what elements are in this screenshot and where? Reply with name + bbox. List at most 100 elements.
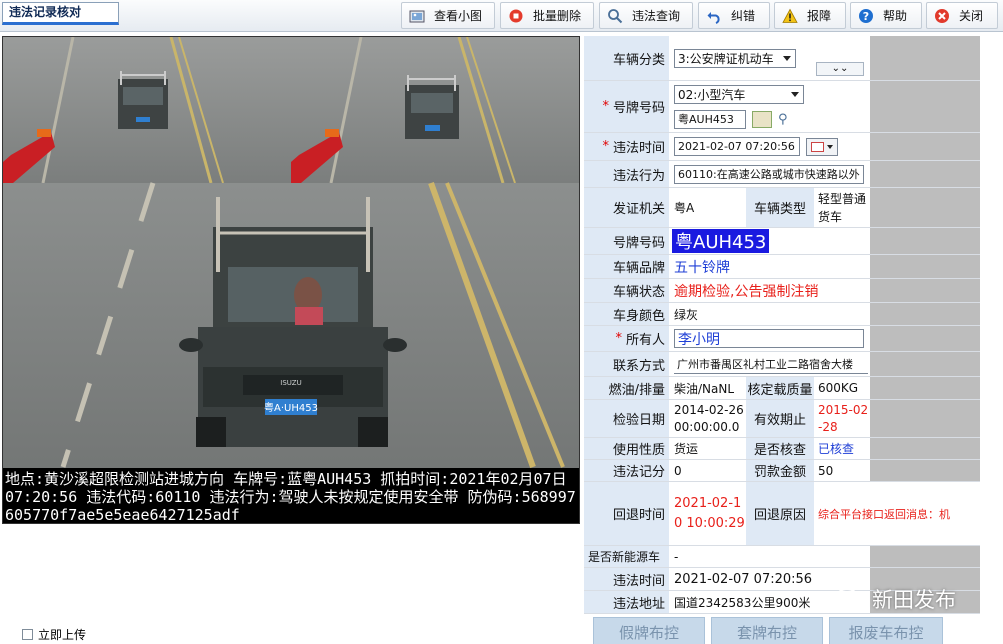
violation-time-label: 违法时间	[612, 141, 665, 156]
violation-query-button[interactable]: 违法查询	[599, 2, 693, 29]
image-icon	[408, 7, 426, 25]
issuing-office-label: 发证机关	[584, 188, 670, 227]
chevron-down-icon	[783, 55, 791, 61]
plate-on-vehicle-text: 粤A·UH453	[264, 401, 318, 414]
new-energy-value: -	[670, 546, 870, 567]
vehicle-type-label: 车辆类型	[746, 188, 814, 227]
calendar-picker-button[interactable]	[806, 137, 838, 156]
close-label: 关闭	[959, 9, 984, 23]
scrapped-vehicle-control-button[interactable]: 报废车布控	[829, 617, 943, 644]
photo-panel: 粤A·UH453 ISUZU 地点:黄沙溪超限检测站进城方向 车牌号:蓝粤AUH…	[0, 32, 584, 644]
wechat-icon	[836, 588, 865, 610]
row-return: 回退时间 2021-02-10 10:00:29 回退原因 综合平台接口返回消息…	[584, 482, 980, 546]
close-button[interactable]: 关闭	[926, 2, 998, 29]
vehicle-type-value: 轻型普通货车	[814, 188, 870, 227]
fine-label: 罚款金额	[746, 460, 814, 481]
vehicle-grille-brand-text: ISUZU	[280, 379, 301, 387]
row-fuel: 燃油/排量 柴油/NaNL 核定载质量 600KG	[584, 377, 980, 400]
plate-type-select[interactable]: 02:小型汽车	[674, 84, 804, 104]
contact-label: 联系方式	[584, 352, 670, 376]
correct-error-label: 纠错	[731, 9, 756, 23]
help-label: 帮助	[883, 9, 908, 23]
row-violation-time: * 违法时间 2021-02-07 07:20:56	[584, 133, 980, 161]
body-color-value: 绿灰	[670, 303, 870, 325]
row-new-energy: 是否新能源车 -	[584, 546, 980, 568]
help-button[interactable]: ? 帮助	[850, 2, 922, 29]
vehicle-class-label: 车辆分类	[584, 36, 670, 80]
watermark-text: 新田发布	[872, 588, 956, 612]
row-usage: 使用性质 货运 是否核查 已核查	[584, 438, 980, 460]
fake-plate-control-button[interactable]: 假牌布控	[593, 617, 705, 644]
valid-until-label: 有效期止	[746, 400, 814, 437]
cloned-plate-control-button[interactable]: 套牌布控	[711, 617, 823, 644]
return-reason-label: 回退原因	[746, 482, 814, 545]
report-fault-button[interactable]: 报障	[774, 2, 846, 29]
view-thumbnail-label: 查看小图	[434, 9, 483, 23]
fuel-value: 柴油/NaNL	[670, 377, 746, 399]
batch-delete-button[interactable]: 批量删除	[500, 2, 594, 29]
usage-label: 使用性质	[584, 438, 670, 459]
vehicle-status-value: 逾期检验,公告强制注销	[670, 279, 870, 302]
plate-number-input[interactable]: 粤AUH453	[674, 109, 746, 129]
report-fault-label: 报障	[807, 9, 832, 23]
chevron-down-icon	[827, 144, 833, 149]
upload-now-label: 立即上传	[38, 628, 87, 642]
brand-label: 车辆品牌	[584, 255, 670, 278]
plate-recognize-icon[interactable]	[752, 110, 772, 128]
view-thumbnail-button[interactable]: 查看小图	[401, 2, 495, 29]
violation-query-label: 违法查询	[632, 9, 681, 23]
inspection-date-label: 检验日期	[584, 400, 670, 437]
usage-value: 货运	[670, 438, 746, 459]
small-frame-2	[291, 37, 579, 184]
score-value: 0	[670, 460, 746, 481]
correct-error-button[interactable]: 纠错	[698, 2, 770, 29]
return-time-label: 回退时间	[584, 482, 670, 545]
batch-delete-label: 批量删除	[533, 9, 582, 23]
plate-number-value: 粤AUH453	[672, 229, 770, 253]
verified-value: 已核查	[814, 438, 870, 459]
violation-act-input[interactable]: 60110:在高速公路或城市快速路以外	[674, 164, 864, 184]
valid-until-value: 2015-02-28	[814, 400, 870, 437]
rated-load-label: 核定载质量	[746, 377, 814, 399]
return-reason-value: 综合平台接口返回消息：机	[814, 482, 980, 545]
body-color-label: 车身颜色	[584, 303, 670, 325]
violation-time-input[interactable]: 2021-02-07 07:20:56	[674, 137, 800, 156]
tab-violation-review[interactable]: 违法记录核对	[2, 2, 119, 25]
contact-input[interactable]: 广州市番禺区礼村工业二路宿舍大楼	[674, 354, 868, 374]
vehicle-class-select[interactable]: 3:公安牌证机动车	[674, 48, 796, 68]
capture-photo[interactable]: 粤A·UH453 ISUZU 地点:黄沙溪超限检测站进城方向 车牌号:蓝粤AUH…	[2, 36, 580, 524]
location-label: 违法地址	[584, 591, 670, 613]
row-plate-number: 号牌号码 粤AUH453	[584, 228, 980, 255]
violation-time-2-label: 违法时间	[584, 568, 670, 590]
brand-value: 五十铃牌	[670, 255, 870, 278]
toolbar: 违法记录核对 查看小图 批量删除 违法查询 纠错 报障 ? 帮助 关闭	[0, 0, 1003, 32]
search-icon	[606, 7, 624, 25]
return-time-value: 2021-02-10 10:00:29	[670, 482, 746, 545]
upload-now-checkbox[interactable]	[22, 629, 33, 640]
row-score: 违法记分 0 罚款金额 50	[584, 460, 980, 482]
photo-caption: 地点:黄沙溪超限检测站进城方向 车牌号:蓝粤AUH453 抓拍时间:2021年0…	[3, 468, 579, 523]
row-owner: * 所有人 李小明	[584, 326, 980, 352]
row-brand: 车辆品牌 五十铃牌	[584, 255, 980, 279]
fuel-label: 燃油/排量	[584, 377, 670, 399]
fine-value: 50	[814, 460, 870, 481]
row-violation-act: 违法行为 60110:在高速公路或城市快速路以外	[584, 161, 980, 188]
verified-label: 是否核查	[746, 438, 814, 459]
row-body-color: 车身颜色 绿灰	[584, 303, 980, 326]
row-inspection: 检验日期 2014-02-26 00:00:00.0 有效期止 2015-02-…	[584, 400, 980, 438]
chevron-down-icon	[791, 91, 799, 97]
upload-now-control[interactable]: 立即上传	[22, 626, 86, 643]
vehicle-status-label: 车辆状态	[584, 279, 670, 302]
score-label: 违法记分	[584, 460, 670, 481]
inspection-date-value: 2014-02-26 00:00:00.0	[670, 400, 746, 437]
row-issuing-office: 发证机关 粤A 车辆类型 轻型普通货车	[584, 188, 980, 228]
warning-icon	[781, 7, 799, 25]
search-icon[interactable]: ⚲	[778, 112, 788, 127]
owner-input[interactable]: 李小明	[674, 329, 864, 348]
owner-label: 所有人	[625, 333, 665, 348]
expand-button[interactable]: ⌄⌄	[816, 62, 864, 76]
row-vehicle-class: 车辆分类 3:公安牌证机动车 ⌄⌄	[584, 36, 980, 81]
calendar-icon	[811, 141, 824, 152]
row-plate-type: * 号牌号码 02:小型汽车 粤AUH453 ⚲	[584, 81, 980, 133]
svg-text:?: ?	[863, 10, 869, 23]
